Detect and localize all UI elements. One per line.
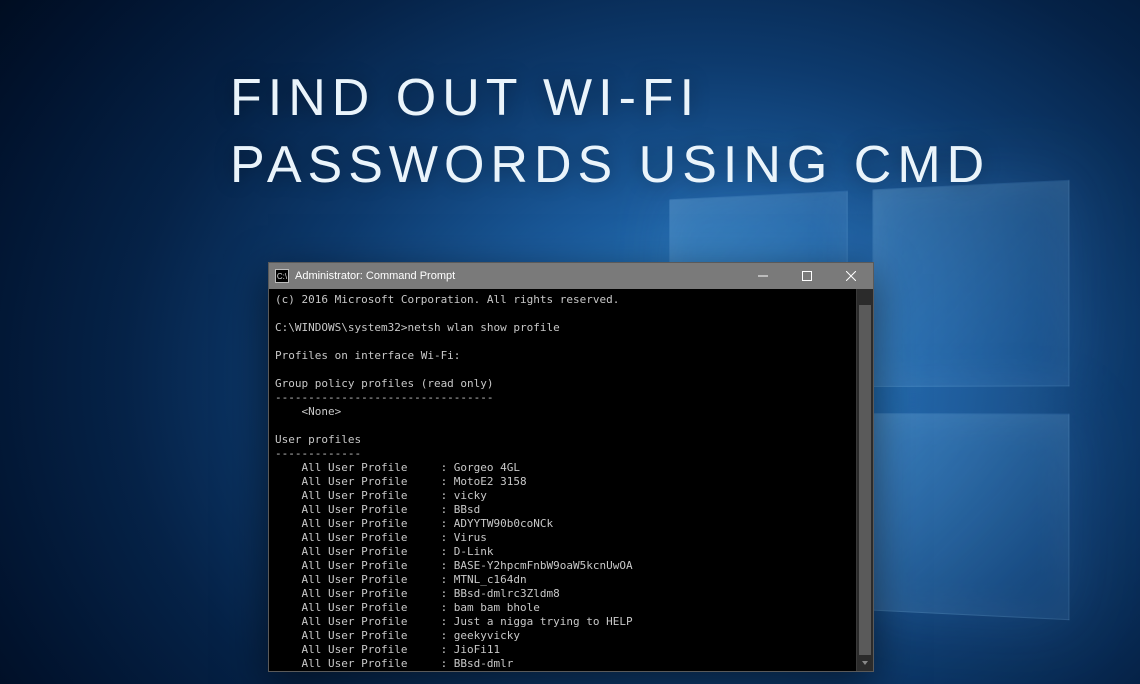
prompt-command: netsh wlan show profile	[407, 321, 559, 334]
scroll-down-icon[interactable]	[857, 655, 873, 671]
cmd-window: C:\ Administrator: Command Prompt (c) 20…	[268, 262, 874, 672]
maximize-button[interactable]	[785, 263, 829, 289]
divider: ---------------------------------	[275, 391, 494, 404]
scrollbar-track[interactable]	[857, 305, 873, 655]
close-button[interactable]	[829, 263, 873, 289]
page-title: FIND OUT WI-FI PASSWORDS USING CMD	[230, 65, 990, 198]
cmd-output[interactable]: (c) 2016 Microsoft Corporation. All righ…	[269, 289, 873, 671]
gp-none: <None>	[275, 405, 341, 418]
divider: -------------	[275, 447, 361, 460]
window-titlebar[interactable]: C:\ Administrator: Command Prompt	[269, 263, 873, 289]
scrollbar-thumb[interactable]	[859, 305, 871, 655]
section-user-profiles: User profiles	[275, 433, 361, 446]
scrollbar[interactable]	[856, 289, 873, 671]
copyright-line: (c) 2016 Microsoft Corporation. All righ…	[275, 293, 619, 306]
prompt-path: C:\WINDOWS\system32>	[275, 321, 407, 334]
minimize-button[interactable]	[741, 263, 785, 289]
headline-line-1: FIND OUT WI-FI	[230, 65, 990, 132]
profiles-list: All User Profile : Gorgeo 4GL All User P…	[275, 461, 633, 670]
headline-line-2: PASSWORDS USING CMD	[230, 132, 990, 199]
cmd-icon: C:\	[275, 269, 289, 283]
section-group-policy: Group policy profiles (read only)	[275, 377, 494, 390]
section-interface: Profiles on interface Wi-Fi:	[275, 349, 460, 362]
window-title: Administrator: Command Prompt	[295, 270, 455, 282]
desktop-background: FIND OUT WI-FI PASSWORDS USING CMD C:\ A…	[0, 0, 1140, 684]
